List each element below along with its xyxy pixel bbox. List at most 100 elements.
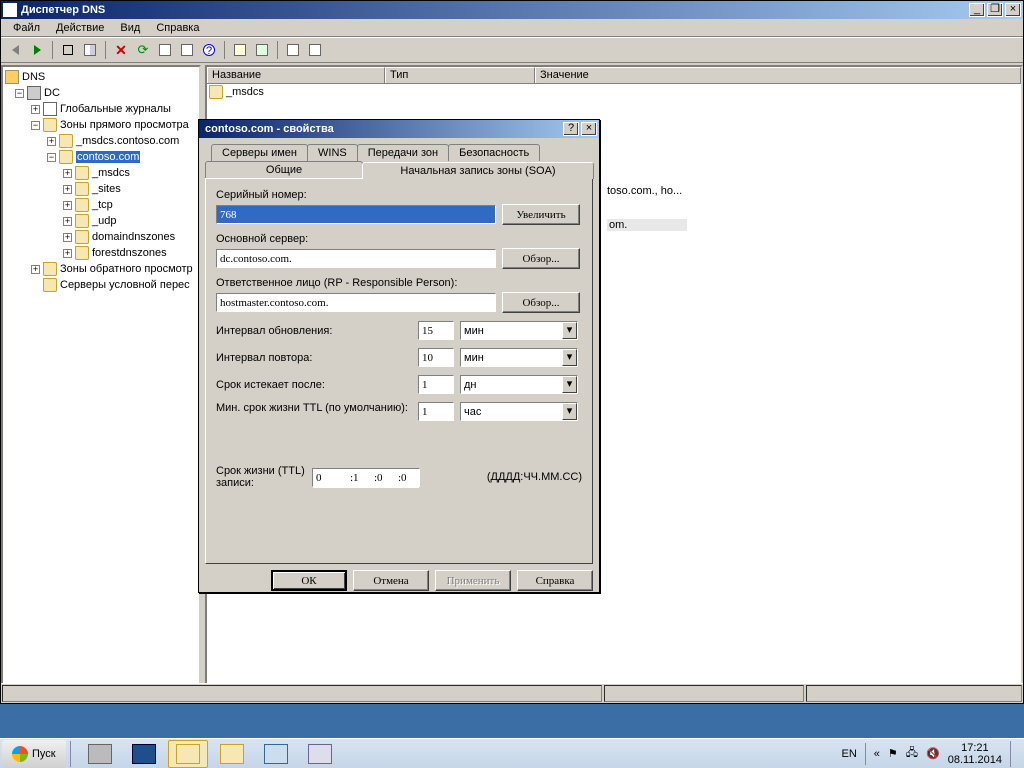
tab-nameservers[interactable]: Серверы имен	[211, 144, 308, 161]
filter-icon	[287, 44, 299, 56]
ttl-compound-input[interactable]	[312, 468, 420, 487]
collapse-icon[interactable]: −	[47, 153, 56, 162]
new-record-icon	[256, 44, 268, 56]
expand-icon[interactable]: +	[63, 233, 72, 242]
menu-action[interactable]: Действие	[48, 20, 112, 36]
menu-file[interactable]: Файл	[5, 20, 48, 36]
properties-button[interactable]	[177, 40, 197, 60]
tree-node-msdcs-contoso[interactable]: +_msdcs.contoso.com	[5, 133, 197, 149]
forward-button[interactable]	[27, 40, 47, 60]
delete-button[interactable]: ✕	[111, 40, 131, 60]
expand-icon[interactable]: +	[63, 201, 72, 210]
expire-value-input[interactable]	[418, 375, 454, 394]
maximize-button[interactable]: ❐	[987, 3, 1003, 17]
browse-rp-button[interactable]: Обзор...	[502, 292, 580, 313]
tray-network-icon[interactable]: 🖧	[906, 744, 918, 763]
tree-node-rev-zones[interactable]: +Зоны обратного просмотр	[5, 261, 197, 277]
refresh-value-input[interactable]	[418, 321, 454, 340]
retry-unit-select[interactable]: мин▾	[460, 348, 578, 367]
taskbar-app-dns[interactable]	[300, 740, 340, 768]
export-button[interactable]	[155, 40, 175, 60]
apply-button[interactable]: Применить	[435, 570, 511, 591]
new-record-button[interactable]	[252, 40, 272, 60]
browse-primary-button[interactable]: Обзор...	[502, 248, 580, 269]
column-name[interactable]: Название	[207, 67, 385, 83]
tree-node-forestdns[interactable]: +forestdnszones	[5, 245, 197, 261]
cancel-button[interactable]: Отмена	[353, 570, 429, 591]
ttl-hours-input[interactable]	[347, 469, 371, 488]
tree-node-globals[interactable]: +Глобальные журналы	[5, 101, 197, 117]
tree-node-dns[interactable]: DNS	[5, 69, 197, 85]
increment-button[interactable]: Увеличить	[502, 204, 580, 225]
expand-icon[interactable]: +	[63, 217, 72, 226]
ttl-days-input[interactable]	[313, 469, 347, 488]
tree-node-fwd-zones[interactable]: −Зоны прямого просмотра	[5, 117, 197, 133]
dialog-close-button[interactable]: ×	[581, 122, 597, 136]
ttl-mins-input[interactable]	[371, 469, 395, 488]
tree-node-contoso[interactable]: −contoso.com	[5, 149, 197, 165]
retry-value-input[interactable]	[418, 348, 454, 367]
ttl-secs-input[interactable]	[395, 469, 419, 488]
tab-wins[interactable]: WINS	[307, 144, 358, 161]
dialog-help-button[interactable]: ?	[563, 122, 579, 136]
expand-icon[interactable]: +	[63, 185, 72, 194]
dialog-help-button[interactable]: Справка	[517, 570, 593, 591]
ok-button[interactable]: ОК	[271, 570, 347, 591]
tree-node-tcp[interactable]: +_tcp	[5, 197, 197, 213]
menu-help[interactable]: Справка	[148, 20, 207, 36]
expand-icon[interactable]: +	[31, 105, 40, 114]
tray-flag-icon[interactable]: ⚑	[888, 747, 898, 760]
minimize-button[interactable]: _	[969, 3, 985, 17]
tab-security[interactable]: Безопасность	[448, 144, 540, 161]
tab-transfers[interactable]: Передачи зон	[357, 144, 449, 161]
tray-sound-icon[interactable]: 🔇	[926, 747, 940, 760]
tree-node-udp[interactable]: + _udp	[5, 213, 197, 229]
tree-node-domaindns[interactable]: +domaindnszones	[5, 229, 197, 245]
expand-icon[interactable]: +	[63, 169, 72, 178]
primary-server-input[interactable]	[216, 249, 496, 268]
tray-show-hidden-icon[interactable]: «	[874, 748, 880, 760]
list-row[interactable]: _msdcs	[207, 84, 1021, 100]
show-hide-button[interactable]	[80, 40, 100, 60]
taskbar-app-powershell[interactable]	[124, 740, 164, 768]
tree-node-msdcs[interactable]: +_msdcs	[5, 165, 197, 181]
minttl-value-input[interactable]	[418, 402, 454, 421]
collapse-icon[interactable]: −	[15, 89, 24, 98]
refresh-button[interactable]: ⟳	[133, 40, 153, 60]
new-zone-icon	[234, 44, 246, 56]
expand-icon[interactable]: +	[47, 137, 56, 146]
taskbar-app-network[interactable]	[256, 740, 296, 768]
refresh-unit-select[interactable]: мин▾	[460, 321, 578, 340]
filter-button[interactable]	[283, 40, 303, 60]
tree-label: _udp	[92, 215, 116, 227]
expand-icon[interactable]: +	[63, 249, 72, 258]
expire-unit-select[interactable]: дн▾	[460, 375, 578, 394]
taskbar-app-server[interactable]	[80, 740, 120, 768]
back-button[interactable]	[5, 40, 25, 60]
start-button[interactable]: Пуск	[2, 740, 66, 768]
taskbar-app-explorer[interactable]	[168, 740, 208, 768]
menu-view[interactable]: Вид	[112, 20, 148, 36]
collapse-icon[interactable]: −	[31, 121, 40, 130]
clock[interactable]: 17:21 08.11.2014	[948, 742, 1002, 766]
new-zone-button[interactable]	[230, 40, 250, 60]
language-indicator[interactable]: EN	[842, 748, 857, 760]
expand-icon[interactable]: +	[31, 265, 40, 274]
help-button[interactable]: ?	[199, 40, 219, 60]
list-button[interactable]	[305, 40, 325, 60]
list-icon	[309, 44, 321, 56]
responsible-person-input[interactable]	[216, 293, 496, 312]
minttl-unit-select[interactable]: час▾	[460, 402, 578, 421]
tree-node-server[interactable]: −DC	[5, 85, 197, 101]
serial-input[interactable]	[216, 205, 496, 224]
tree-node-conditional[interactable]: Серверы условной перес	[5, 277, 197, 293]
tree-node-sites[interactable]: +_sites	[5, 181, 197, 197]
column-value[interactable]: Значение	[535, 67, 1021, 83]
taskbar-app-folder[interactable]	[212, 740, 252, 768]
up-button[interactable]	[58, 40, 78, 60]
close-button[interactable]: ×	[1005, 3, 1021, 17]
show-desktop-button[interactable]	[1010, 741, 1018, 767]
tab-general[interactable]: Общие	[205, 161, 363, 178]
column-type[interactable]: Тип	[385, 67, 535, 83]
tab-soa[interactable]: Начальная запись зоны (SOA)	[362, 162, 594, 179]
